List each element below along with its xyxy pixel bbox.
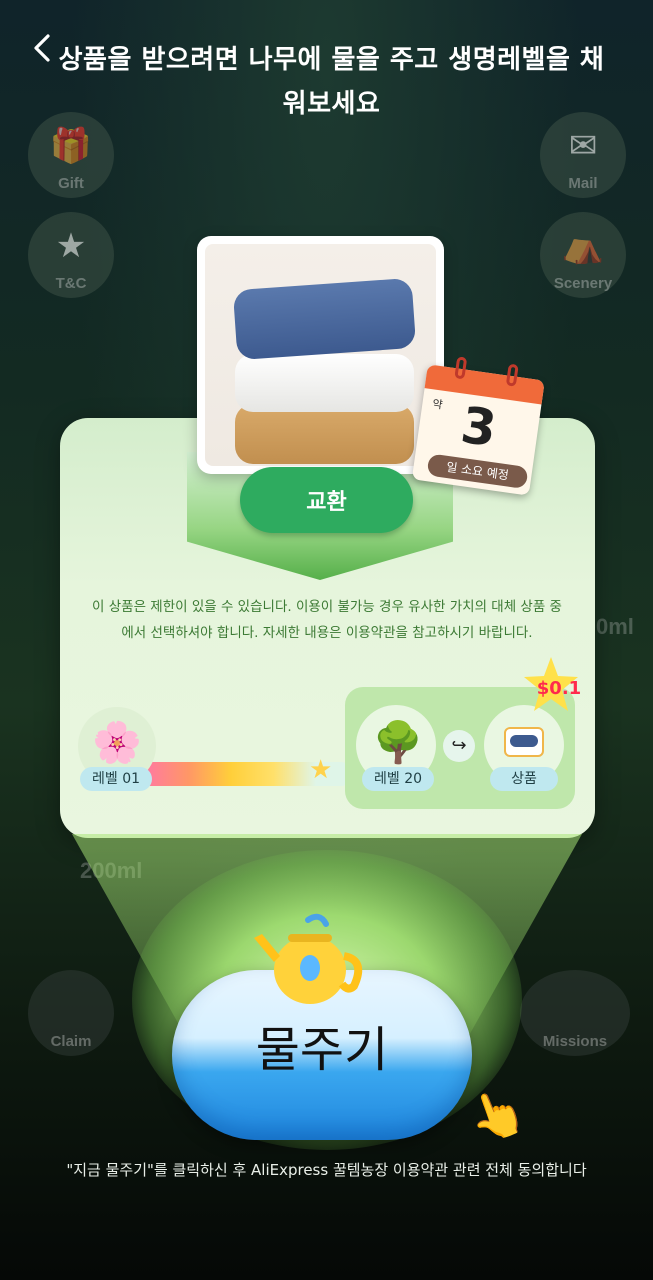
bg-mail-label: Mail <box>568 175 598 192</box>
page-title: 상품을 받으려면 나무에 물을 주고 생명레벨을 채워보세요 <box>58 45 605 119</box>
gift-icon: 🎁 <box>49 126 93 166</box>
exchange-button[interactable]: 교환 <box>240 467 413 533</box>
target-level-label: 레벨 20 <box>362 767 434 791</box>
bg-scenery-label: Scenery <box>553 275 613 292</box>
towels-image <box>205 244 436 466</box>
terms-icon: ★ <box>55 226 87 266</box>
terms-agreement-text: "지금 물주기"를 클릭하신 후 AliExpress 꿀템농장 이용약관 관련… <box>66 1161 587 1179</box>
watering-can-icon <box>254 913 363 1004</box>
progress-star-icon: ★ <box>309 755 333 785</box>
delivery-calendar: 약 3 일 소요 예정 <box>411 352 547 497</box>
current-level-label: 레벨 01 <box>80 767 152 791</box>
redirect-arrow-icon: ↪ <box>443 730 475 762</box>
bg-claim-button: Claim <box>28 970 114 1056</box>
bg-scenery-button: ⛺ Scenery <box>540 212 626 298</box>
scenery-icon: ⛺ <box>561 226 605 266</box>
bg-water-amount-right: 0ml <box>596 614 634 639</box>
price-badge-text: $0.1 <box>536 677 582 699</box>
mail-icon: ✉ <box>568 126 598 166</box>
bg-terms-label: T&C <box>55 275 87 292</box>
price-badge: $0.1 <box>520 655 582 717</box>
bg-missions-label: Missions <box>542 1033 608 1050</box>
goal-product-label: 상품 <box>490 767 558 791</box>
header: 상품을 받으려면 나무에 물을 주고 생명레벨을 채워보세요 <box>0 26 653 126</box>
towel-thumbnail-icon <box>504 727 544 757</box>
bg-missions-button: Missions <box>520 970 630 1056</box>
bg-claim-label: Claim <box>50 1033 92 1050</box>
product-image-frame <box>197 236 444 474</box>
product-notice: 이 상품은 제한이 있을 수 있습니다. 이용이 불가능 경우 유사한 가치의 … <box>92 599 562 641</box>
bg-terms-button: ★ T&C <box>28 212 114 298</box>
bg-gift-label: Gift <box>58 175 84 192</box>
water-button-label: 물주기 <box>255 1022 389 1078</box>
